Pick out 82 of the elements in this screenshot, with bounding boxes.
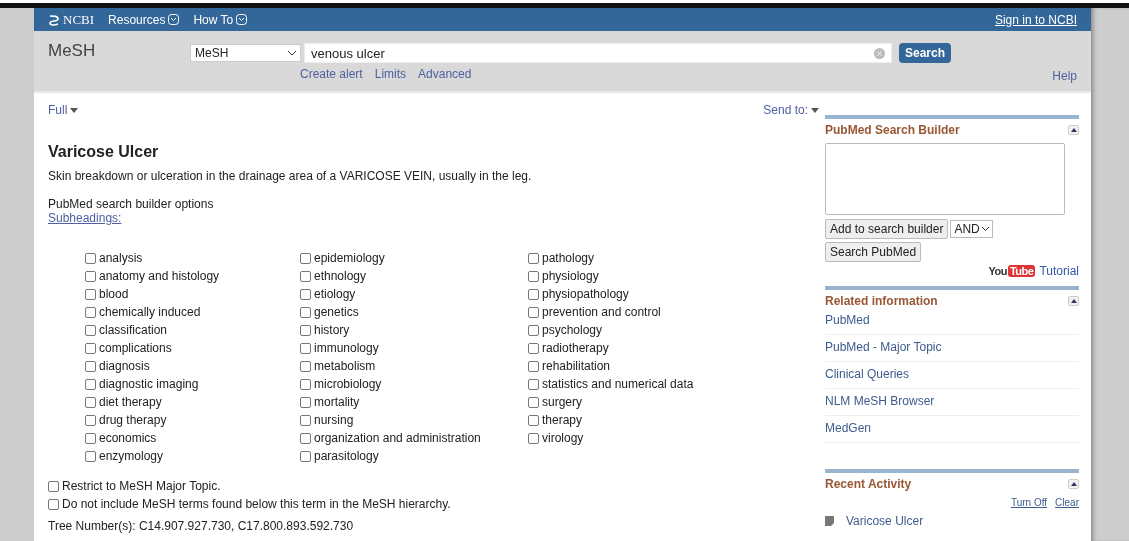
subheading-checkbox[interactable]: nursing <box>300 411 528 429</box>
options-label: PubMed search builder options <box>48 197 215 211</box>
collapse-icon[interactable] <box>1068 296 1079 306</box>
subheading-checkbox[interactable]: therapy <box>528 411 778 429</box>
subheading-checkbox[interactable]: physiopathology <box>528 285 778 303</box>
subheading-checkbox[interactable]: analysis <box>85 249 300 267</box>
help-link[interactable]: Help <box>1052 69 1077 83</box>
related-link[interactable]: NLM MeSH Browser <box>825 389 1079 416</box>
subheading-checkbox[interactable]: immunology <box>300 339 528 357</box>
database-title: MeSH <box>48 40 97 62</box>
database-select[interactable]: MeSH <box>190 44 301 62</box>
search-button[interactable]: Search <box>899 43 952 63</box>
sign-in-link[interactable]: Sign in to NCBI <box>994 12 1077 27</box>
subheading-checkbox[interactable]: virology <box>528 429 778 447</box>
subheading-checkbox[interactable]: classification <box>85 321 300 339</box>
operator-select[interactable]: AND <box>950 220 993 238</box>
caret-icon <box>236 14 248 25</box>
collapse-icon[interactable] <box>1068 479 1079 489</box>
subheading-checkbox[interactable]: metabolism <box>300 357 528 375</box>
format-dropdown[interactable]: Full <box>48 103 79 117</box>
subheading-checkbox[interactable]: complications <box>85 339 300 357</box>
ncbi-logo[interactable]: NCBI <box>48 11 95 28</box>
subheading-checkbox[interactable]: history <box>300 321 528 339</box>
subheading-checkbox[interactable]: organization and administration <box>300 429 528 447</box>
subheading-checkbox[interactable]: diagnosis <box>85 357 300 375</box>
caret-icon <box>168 14 180 25</box>
subheading-checkbox[interactable]: microbiology <box>300 375 528 393</box>
subheading-checkbox[interactable]: genetics <box>300 303 528 321</box>
tutorial-link[interactable]: Tutorial <box>1039 264 1079 278</box>
subheading-checkbox[interactable]: mortality <box>300 393 528 411</box>
subheading-checkbox[interactable]: radiotherapy <box>528 339 778 357</box>
tree-numbers: Tree Number(s): C14.907.927.730, C17.800.893.592.730 <box>48 519 355 533</box>
search-option-link[interactable]: Create alert <box>300 67 363 81</box>
subheading-checkbox[interactable]: pathology <box>528 249 778 267</box>
subheading-checkbox[interactable]: parasitology <box>300 447 528 465</box>
subheading-checkbox[interactable]: psychology <box>528 321 778 339</box>
subheading-checkbox[interactable]: drug therapy <box>85 411 300 429</box>
related-link[interactable]: PubMed <box>825 308 1079 335</box>
document-icon <box>825 516 834 526</box>
subheading-checkbox[interactable]: surgery <box>528 393 778 411</box>
portlet-title: PubMed Search Builder <box>825 123 960 137</box>
term-description: Skin breakdown or ulceration in the drainage area of a VARICOSE VEIN, usually in the leg. <box>48 169 533 183</box>
subheading-checkbox[interactable]: enzymology <box>85 447 300 465</box>
chevron-icon <box>288 50 296 56</box>
restriction-checkbox[interactable]: Restrict to MeSH Major Topic. <box>48 477 825 495</box>
portlet-title: Recent Activity <box>825 477 912 491</box>
subheading-checkbox[interactable]: rehabilitation <box>528 357 778 375</box>
subheading-checkbox[interactable]: economics <box>85 429 300 447</box>
add-to-builder-button[interactable]: Add to search builder <box>825 219 949 239</box>
menu-link[interactable]: Resources <box>108 12 180 27</box>
subheading-checkbox[interactable]: etiology <box>300 285 528 303</box>
search-field[interactable]: venous ulcer <box>304 43 892 63</box>
chevron-icon <box>981 227 989 231</box>
subheading-checkbox[interactable]: statistics and numerical data <box>528 375 778 393</box>
restriction-checkbox[interactable]: Do not include MeSH terms found below this term in the MeSH hierarchy. <box>48 495 825 513</box>
caret-icon <box>811 107 819 113</box>
related-link[interactable]: Clinical Queries <box>825 362 1079 389</box>
subheading-checkbox[interactable]: diagnostic imaging <box>85 375 300 393</box>
term-heading: Varicose Ulcer <box>48 143 160 161</box>
subheading-checkbox[interactable]: blood <box>85 285 300 303</box>
related-link[interactable]: PubMed - Major Topic <box>825 335 1079 362</box>
subheading-checkbox[interactable]: diet therapy <box>85 393 300 411</box>
recent-item-link[interactable]: Varicose Ulcer <box>846 514 924 528</box>
portlet-title: Related information <box>825 294 938 308</box>
subheadings-link[interactable]: Subheadings: <box>48 211 122 225</box>
subheading-checkbox[interactable]: epidemiology <box>300 249 528 267</box>
recent-action-link[interactable]: Clear <box>1055 497 1079 508</box>
search-builder-field[interactable] <box>825 143 1065 215</box>
subheading-checkbox[interactable]: prevention and control <box>528 303 778 321</box>
subheading-checkbox[interactable]: ethnology <box>300 267 528 285</box>
search-option-link[interactable]: Limits <box>374 67 407 81</box>
related-link[interactable]: MedGen <box>825 416 1079 443</box>
subheading-checkbox[interactable]: anatomy and histology <box>85 267 300 285</box>
send-to-dropdown[interactable]: Send to: <box>763 103 819 117</box>
caret-icon <box>70 107 79 113</box>
search-option-link[interactable]: Advanced <box>418 67 472 81</box>
subheading-checkbox[interactable]: chemically induced <box>85 303 300 321</box>
menu-link[interactable]: How To <box>193 12 248 27</box>
collapse-icon[interactable] <box>1068 125 1079 135</box>
search-pubmed-button[interactable]: Search PubMed <box>825 242 922 262</box>
recent-action-link[interactable]: Turn Off <box>1010 497 1048 508</box>
subheading-checkbox[interactable]: physiology <box>528 267 778 285</box>
